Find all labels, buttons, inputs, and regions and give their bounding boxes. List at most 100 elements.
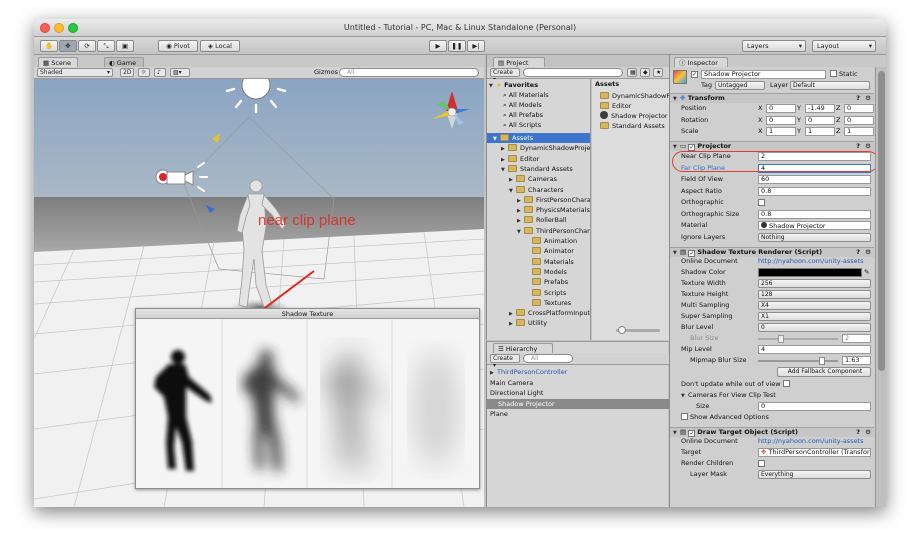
- hierarchy-item[interactable]: Main Camera: [487, 378, 669, 388]
- gear-icon[interactable]: ⚙: [865, 94, 871, 103]
- favorite-star-icon[interactable]: ★: [653, 68, 663, 77]
- texture-width-dropdown[interactable]: 256: [758, 279, 871, 288]
- project-tree-item[interactable]: ▶ RollerBall: [487, 215, 590, 225]
- favorite-item[interactable]: ⌕ All Scripts: [503, 120, 541, 130]
- pause-button[interactable]: ❚❚: [448, 40, 466, 52]
- blur-size-slider-thumb[interactable]: [778, 335, 784, 343]
- draw-target-header[interactable]: ▼ ▤ ✓ Draw Target Object (Script)? ⚙: [670, 427, 874, 437]
- help-icon[interactable]: ?: [856, 248, 860, 257]
- expand-arrow-icon[interactable]: ▶: [509, 319, 516, 329]
- shadow-renderer-header[interactable]: ▼ ▤ ✓ Shadow Texture Renderer (Script)? ⚙: [670, 247, 874, 257]
- target-field[interactable]: ✥ ThirdPersonController (Transform): [758, 448, 871, 457]
- transform-z-field[interactable]: 0: [844, 115, 874, 125]
- layers-dropdown[interactable]: Layers ▾: [742, 40, 806, 52]
- projector-header[interactable]: ▼ ▭ ✓ Projector? ⚙: [670, 141, 874, 151]
- audio-toggle-icon[interactable]: ♪: [154, 68, 166, 77]
- project-tree-item[interactable]: Prefabs: [487, 277, 590, 287]
- blur-size-field[interactable]: 2: [842, 334, 871, 343]
- blur-level-dropdown[interactable]: 0: [758, 323, 871, 332]
- project-tree-item[interactable]: ▼ Standard Assets: [487, 164, 590, 174]
- hierarchy-item[interactable]: ▶ ThirdPersonController: [487, 367, 669, 377]
- favorite-item[interactable]: ⌕ All Models: [503, 100, 542, 110]
- projector-row-field[interactable]: 0.8: [758, 209, 871, 219]
- mipmap-blur-slider[interactable]: [758, 360, 838, 362]
- play-button[interactable]: ▶: [429, 40, 447, 52]
- help-icon[interactable]: ?: [856, 428, 860, 437]
- transform-x-field[interactable]: 1: [766, 127, 796, 136]
- layer-mask-dropdown[interactable]: Everything: [758, 470, 871, 479]
- project-tree-item[interactable]: Animation: [487, 236, 590, 246]
- cameras-foldout[interactable]: ▼ Cameras For View Clip Test: [681, 391, 776, 401]
- eyedropper-icon[interactable]: ✎: [864, 268, 869, 277]
- tag-dropdown[interactable]: Untagged: [715, 81, 765, 90]
- tab-inspector[interactable]: ⓘ Inspector: [674, 57, 728, 67]
- multi-sampling-dropdown[interactable]: X4: [758, 301, 871, 310]
- draw-online-doc-link[interactable]: http://nyahoon.com/unity-assets: [758, 437, 871, 446]
- gear-icon[interactable]: ⚙: [865, 142, 871, 151]
- dont-update-toggle[interactable]: Don't update while out of view: [681, 380, 792, 389]
- hierarchy-item[interactable]: Directional Light: [487, 388, 669, 398]
- step-button[interactable]: ▶|: [467, 40, 485, 52]
- project-tree-item[interactable]: Materials: [487, 257, 590, 267]
- pivot-toggle[interactable]: ◉ Pivot: [158, 40, 198, 52]
- transform-z-field[interactable]: 1: [844, 127, 874, 136]
- transform-y-field[interactable]: 0: [805, 115, 835, 125]
- move-tool-icon[interactable]: ✥: [59, 40, 77, 52]
- tab-scene[interactable]: ▦ Scene: [38, 57, 78, 67]
- advanced-options-toggle[interactable]: Show Advanced Options: [681, 413, 769, 422]
- active-checkbox[interactable]: ✓: [691, 71, 698, 78]
- add-fallback-button[interactable]: Add Fallback Component: [777, 367, 871, 377]
- static-checkbox[interactable]: [830, 70, 837, 77]
- ignore-layers-dropdown[interactable]: Nothing: [758, 232, 871, 242]
- inspector-scrollbar[interactable]: [875, 67, 886, 507]
- hierarchy-search-input[interactable]: All: [523, 354, 573, 363]
- material-field[interactable]: Shadow Projector: [758, 221, 871, 230]
- gear-icon[interactable]: ⚙: [865, 428, 871, 437]
- projector-enabled-checkbox[interactable]: ✓: [688, 144, 696, 151]
- transform-y-field[interactable]: 1: [805, 127, 835, 136]
- project-search-input[interactable]: [523, 68, 623, 77]
- toggle-2d-button[interactable]: 2D: [120, 68, 134, 77]
- project-tree-item[interactable]: ▶ CrossPlatformInput: [487, 308, 590, 318]
- texture-height-dropdown[interactable]: 128: [758, 290, 871, 299]
- icon-size-slider-thumb[interactable]: [618, 326, 626, 334]
- inspector-scrollbar-thumb[interactable]: [878, 71, 885, 371]
- mipmap-blur-field[interactable]: 1.63: [842, 356, 871, 365]
- tab-game[interactable]: ◐ Game: [104, 57, 144, 67]
- advanced-options-checkbox[interactable]: [681, 413, 688, 420]
- online-doc-link[interactable]: http://nyahoon.com/unity-assets: [758, 257, 871, 266]
- gear-icon[interactable]: ⚙: [865, 248, 871, 257]
- size-field[interactable]: 0: [758, 402, 871, 411]
- hierarchy-create-button[interactable]: Create ▾: [490, 354, 520, 369]
- asset-item[interactable]: DynamicShadowProjector: [600, 91, 669, 101]
- render-children-checkbox[interactable]: [758, 460, 765, 467]
- shading-mode-dropdown[interactable]: Shaded ▾: [37, 68, 113, 77]
- local-toggle[interactable]: ◈ Local: [200, 40, 240, 52]
- asset-item[interactable]: Standard Assets: [600, 121, 665, 131]
- asset-item[interactable]: Shadow Projector: [600, 111, 668, 121]
- asset-item[interactable]: Editor: [600, 101, 631, 111]
- layer-dropdown[interactable]: Default: [790, 81, 870, 90]
- project-tree-item[interactable]: ▶ Editor: [487, 154, 590, 164]
- project-tree-item[interactable]: ▼ Characters: [487, 185, 590, 195]
- project-tree-item[interactable]: ▶ Utility: [487, 318, 590, 329]
- project-tree-item[interactable]: ▼ThirdPersonCharacter: [487, 226, 590, 236]
- hierarchy-item[interactable]: Shadow Projector: [487, 398, 669, 409]
- help-icon[interactable]: ?: [856, 142, 860, 151]
- transform-header[interactable]: ▼ ✥ Transform? ⚙: [670, 93, 874, 103]
- shadow-renderer-enabled-checkbox[interactable]: ✓: [688, 250, 696, 257]
- transform-z-field[interactable]: 0: [844, 104, 874, 113]
- project-tree-item[interactable]: ▶ Cameras: [487, 174, 590, 184]
- transform-x-field[interactable]: 0: [766, 104, 796, 113]
- help-icon[interactable]: ?: [856, 94, 860, 103]
- project-tree-item[interactable]: Scripts: [487, 288, 590, 298]
- dont-update-checkbox[interactable]: [782, 380, 790, 387]
- project-tree-item[interactable]: Textures: [487, 298, 590, 308]
- rotate-tool-icon[interactable]: ⟳: [78, 40, 96, 52]
- hierarchy-item[interactable]: Plane: [487, 409, 669, 419]
- hand-tool-icon[interactable]: ✋: [40, 40, 58, 52]
- projector-row-field[interactable]: 0.8: [758, 186, 871, 196]
- project-tree-item[interactable]: Animator: [487, 246, 590, 256]
- effects-toggle-icon[interactable]: ▨▾: [170, 68, 190, 77]
- project-tree-item[interactable]: Models: [487, 267, 590, 277]
